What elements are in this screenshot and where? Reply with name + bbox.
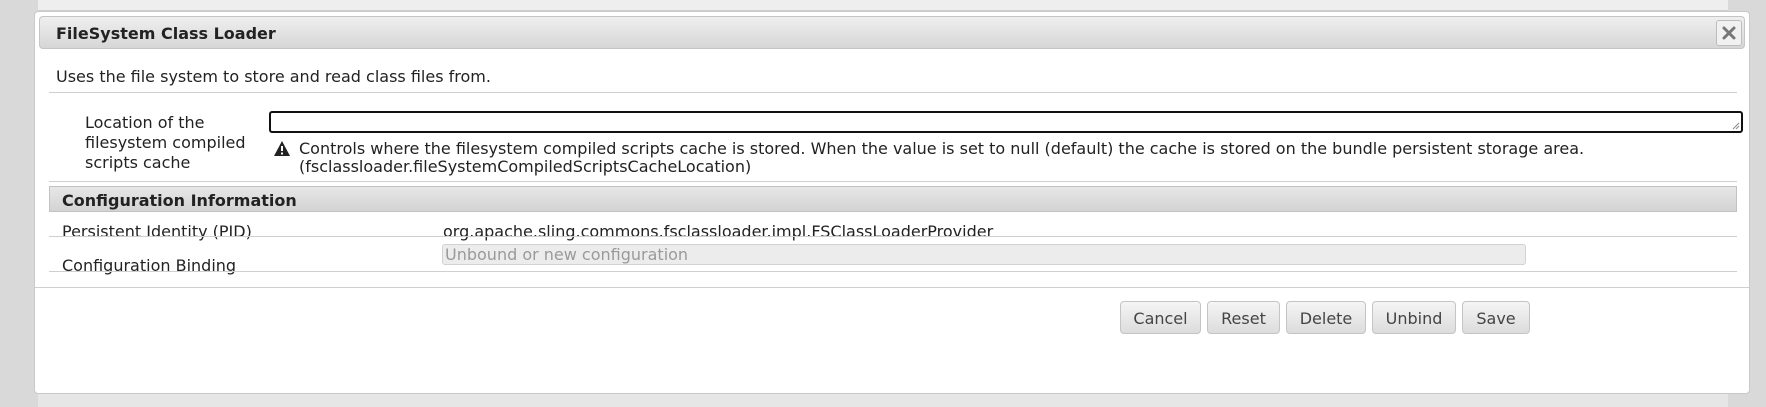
divider (49, 271, 1737, 272)
configuration-information-header: Configuration Information (49, 186, 1737, 212)
resize-grip-icon[interactable] (1732, 122, 1740, 130)
divider (49, 181, 1737, 182)
cancel-button[interactable]: Cancel (1120, 301, 1201, 334)
location-input[interactable] (269, 111, 1743, 133)
dialog-description: Uses the file system to store and read c… (56, 67, 491, 86)
close-button[interactable] (1716, 20, 1742, 46)
config-dialog: FileSystem Class Loader Uses the file sy… (34, 11, 1750, 394)
dialog-titlebar: FileSystem Class Loader (39, 16, 1745, 49)
dialog-title: FileSystem Class Loader (56, 24, 276, 43)
save-button[interactable]: Save (1462, 301, 1530, 334)
binding-label: Configuration Binding (62, 256, 237, 275)
background-table-row (38, 0, 1728, 11)
pid-value: org.apache.sling.commons.fsclassloader.i… (443, 222, 994, 241)
background-table-row (38, 392, 1728, 407)
section-title: Configuration Information (62, 191, 297, 210)
delete-button[interactable]: Delete (1286, 301, 1366, 334)
property-label: Location of the filesystem compiled scri… (85, 113, 246, 172)
property-key: (fsclassloader.fileSystemCompiledScripts… (299, 157, 752, 176)
divider (49, 236, 1737, 237)
reset-button[interactable]: Reset (1207, 301, 1280, 334)
warning-icon (274, 141, 290, 156)
button-pane-divider (35, 287, 1749, 288)
binding-field: Unbound or new configuration (442, 244, 1526, 265)
property-description-text: Controls where the filesystem compiled s… (299, 139, 1585, 158)
property-description: Controls where the filesystem compiled s… (299, 140, 1739, 176)
unbind-button[interactable]: Unbind (1372, 301, 1456, 334)
close-icon (1722, 26, 1736, 40)
pid-label: Persistent Identity (PID) (62, 222, 252, 241)
divider (49, 92, 1737, 93)
